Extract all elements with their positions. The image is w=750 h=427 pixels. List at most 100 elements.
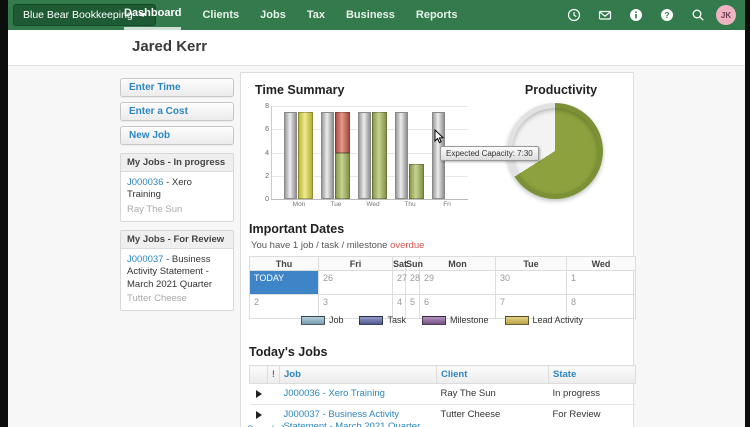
x-tick-label: Wed (366, 201, 380, 208)
org-name: Blue Bear Bookkeeping (23, 9, 133, 21)
state-cell: In progress (548, 383, 636, 405)
capacity-bar[interactable] (321, 111, 334, 199)
mouse-cursor (434, 128, 445, 149)
calendar-today-cell[interactable]: TODAY (249, 270, 319, 295)
new-job-button[interactable]: New Job (120, 126, 234, 145)
tab-clients[interactable]: Clients (202, 0, 239, 30)
job-link[interactable]: J000037 - Business Activity Statement - … (284, 409, 421, 427)
legend-item-task: Task (359, 315, 406, 325)
calendar-cell[interactable]: 1 (566, 270, 636, 295)
legend-label: Lead Activity (532, 315, 584, 325)
capacity-bar[interactable] (395, 111, 408, 199)
bar-segment-recorded-yellow (298, 111, 313, 199)
legend-label: Job (328, 315, 344, 325)
recorded-bar[interactable] (298, 106, 313, 199)
right-letterbox (745, 0, 750, 427)
calendar-day-header: Sun (405, 256, 423, 271)
job-client: Tutter Cheese (127, 293, 187, 305)
sidebar: Enter Time Enter a Cost New Job My Jobs - … (120, 78, 234, 312)
legend-swatch (300, 315, 325, 325)
overdue-link[interactable]: overdue (390, 240, 424, 251)
app-window: Blue Bear Bookkeeping Dashboard Clients Jo… (0, 0, 750, 427)
table-row: J000036 - Xero Training Ray The Sun In pro… (249, 383, 636, 405)
calendar-cell[interactable]: 27 (392, 270, 407, 295)
legend-swatch (421, 315, 446, 325)
job-link[interactable]: J000036 (127, 177, 163, 188)
job-client: Ray The Sun (127, 203, 183, 215)
capacity-bar[interactable] (284, 111, 297, 199)
important-dates-calendar: Thu Fri Sat Sun Mon Tue Wed TODAY 26 27 28 29 30 1 2 3 4… (249, 256, 636, 319)
mail-icon[interactable] (598, 8, 612, 22)
top-icons: ? (567, 0, 705, 30)
tab-tax[interactable]: Tax (307, 0, 325, 30)
chart-tooltip: Expected Capacity: 7:30 (440, 146, 539, 161)
recorded-bar[interactable] (409, 106, 424, 199)
calendar-day-header: Sat (392, 256, 408, 271)
table-row: J000037 - Business Activity Statement - … (249, 404, 636, 427)
bar-segment-recorded-green (372, 111, 387, 199)
section-body: J000037 - Business Activity Statement - … (121, 249, 233, 310)
job-cell: J000036 - Xero Training (279, 383, 437, 405)
calendar-day-header: Fri (318, 256, 393, 271)
time-summary-chart[interactable]: 0 2 4 6 8 Mon Tue Wed Thu Fri (265, 103, 468, 208)
job-link[interactable]: J000036 - Xero Training (284, 388, 385, 399)
important-dates-heading: Important Dates (249, 222, 345, 236)
row-expand-arrow-icon[interactable] (255, 410, 262, 419)
section-title: My Jobs - In progress (121, 154, 233, 172)
calendar-legend: Job Task Milestone Lead Activity (249, 315, 635, 325)
state-cell: For Review (548, 404, 636, 427)
y-tick-label: 0 (265, 196, 269, 203)
priority-cell (267, 383, 280, 405)
enter-time-button[interactable]: Enter Time (120, 78, 234, 97)
bar-segment-recorded-green (335, 152, 350, 199)
x-tick-label: Tue (330, 201, 342, 208)
calendar-cell[interactable]: 28 (405, 270, 420, 295)
enter-a-cost-button[interactable]: Enter a Cost (120, 102, 234, 121)
productivity-title: Productivity (524, 83, 598, 97)
sidebar-jobs-section: My Jobs - In progress J000036 - Xero Trai… (120, 153, 234, 223)
recorded-bar[interactable] (372, 106, 387, 199)
column-header-job[interactable]: Job (279, 365, 437, 384)
clock-icon[interactable] (567, 8, 581, 22)
legend-swatch (504, 315, 529, 325)
x-tick-label: Thu (404, 201, 416, 208)
job-line: J000037 - Business Activity Statement - … (127, 254, 227, 291)
search-icon[interactable] (691, 8, 705, 22)
todays-jobs-heading: Today's Jobs (249, 345, 328, 359)
job-line: J000036 - Xero Training (127, 177, 227, 202)
top-nav-bar: Blue Bear Bookkeeping Dashboard Clients Jo… (8, 0, 745, 30)
capacity-bar[interactable] (358, 111, 371, 199)
y-tick-label: 6 (265, 126, 269, 134)
y-tick-label: 8 (265, 103, 269, 110)
section-title: My Jobs - For Review (121, 231, 233, 250)
page-title: Jared Kerr (132, 38, 208, 55)
help-icon[interactable]: ? (660, 8, 674, 22)
column-header-state[interactable]: State (548, 365, 636, 384)
nav-tabs: Dashboard Clients Jobs Tax Business Reports (124, 0, 457, 30)
legend-item-lead-activity: Lead Activity (504, 315, 584, 325)
row-expand-arrow-icon[interactable] (255, 390, 262, 398)
calendar-cell[interactable]: 26 (318, 270, 393, 295)
job-link[interactable]: J000037 (127, 254, 163, 265)
job-cell: J000037 - Business Activity Statement - … (279, 404, 437, 427)
column-header-client[interactable]: Client (436, 365, 549, 384)
calendar-day-header: Thu (249, 256, 319, 271)
client-cell: Tutter Cheese (436, 404, 549, 427)
info-icon[interactable] (629, 8, 643, 22)
tab-business[interactable]: Business (346, 0, 395, 30)
avatar[interactable]: JK (716, 5, 736, 25)
time-summary-title: Time Summary (255, 83, 345, 97)
client-cell: Ray The Sun (436, 383, 549, 405)
tab-dashboard[interactable]: Dashboard (124, 0, 182, 30)
tab-jobs[interactable]: Jobs (260, 0, 286, 30)
y-tick-label: 2 (265, 172, 269, 180)
calendar-cell[interactable]: 29 (419, 270, 496, 295)
recorded-bar[interactable] (335, 106, 350, 199)
calendar-cell[interactable]: 30 (495, 270, 567, 295)
tab-reports[interactable]: Reports (416, 0, 458, 30)
section-body: J000036 - Xero Training Ray The Sun (121, 172, 233, 221)
left-letterbox (0, 0, 8, 427)
legend-item-milestone: Milestone (421, 315, 489, 325)
bar-segment-recorded-red (335, 111, 350, 153)
sidebar-jobs-section: My Jobs - For Review J000037 - Business A… (120, 230, 234, 312)
